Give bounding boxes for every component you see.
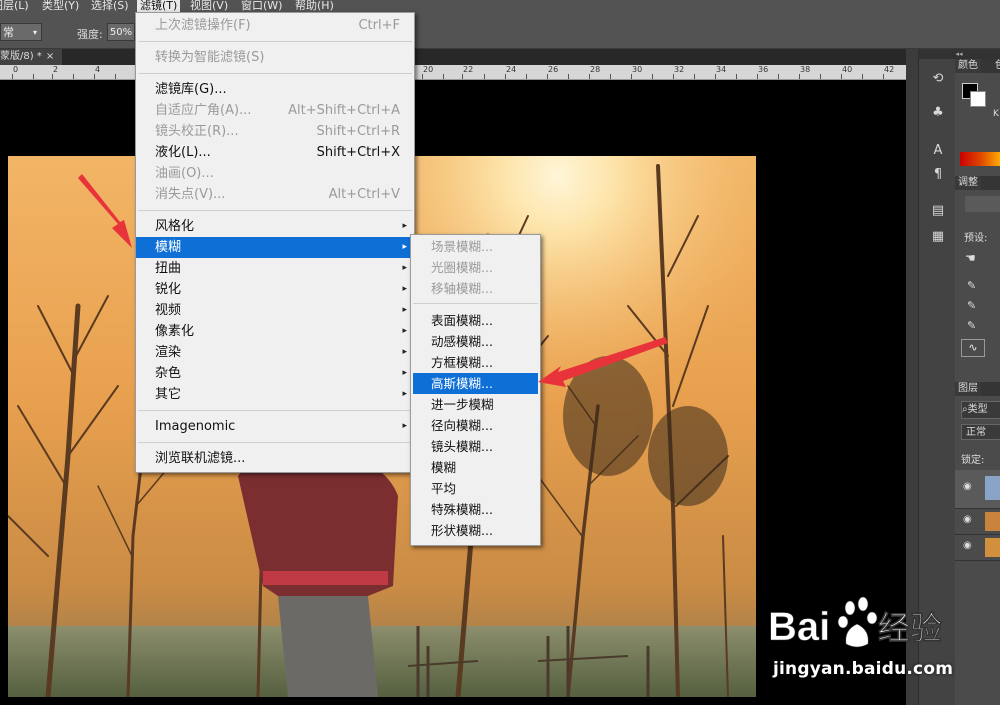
annotation-arrow-left (78, 174, 132, 248)
watermark-brand-right: 经验 (878, 609, 942, 647)
baidu-watermark-logo: Bai 经验 (768, 596, 942, 649)
annotation-arrow-right (538, 337, 668, 387)
watermark-brand-left: Bai (768, 605, 830, 649)
watermark-url: jingyan.baidu.com (773, 659, 954, 679)
